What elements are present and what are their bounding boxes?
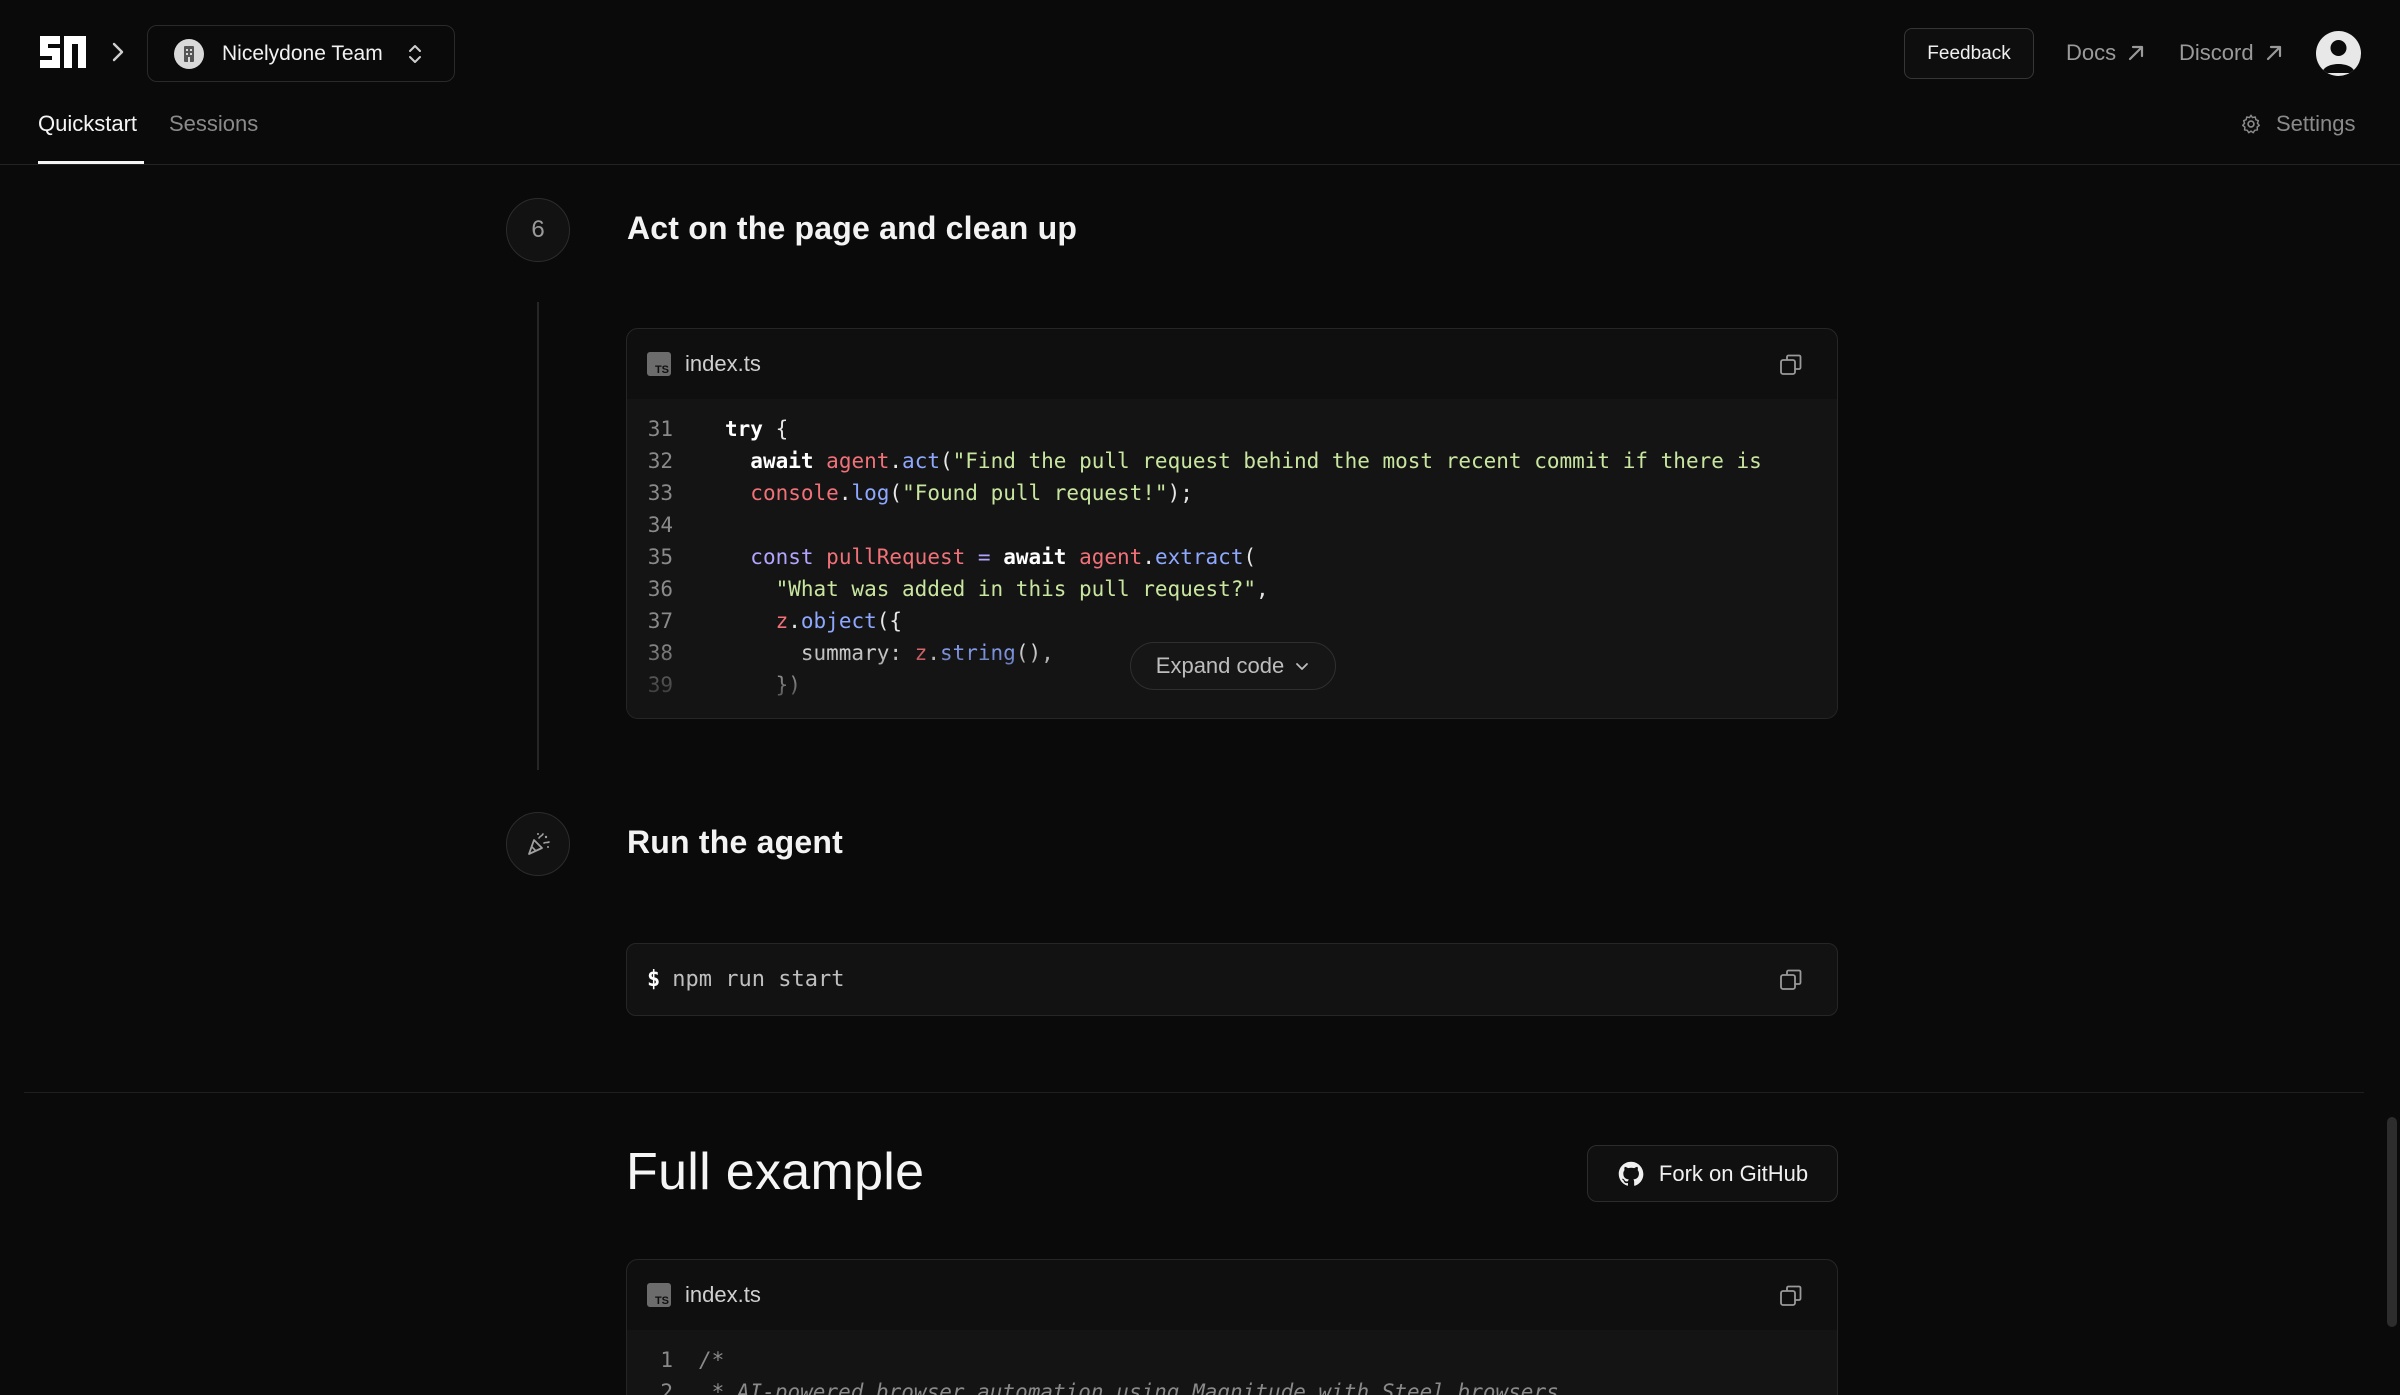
code-line: 32 await agent.act("Find the pull reques…: [647, 449, 1762, 473]
building-icon: [174, 38, 204, 69]
code-header: TS index.ts: [627, 1260, 1837, 1330]
arrow-up-right-icon: [2266, 45, 2281, 61]
typescript-file-icon: TS: [647, 352, 671, 376]
github-icon: [1618, 1161, 1644, 1186]
team-name: Nicelydone Team: [222, 41, 383, 65]
code-line: 36 "What was added in this pull request?…: [647, 577, 1269, 601]
arrow-up-right-icon: [2129, 45, 2144, 61]
shell-prompt: $: [647, 967, 661, 992]
tab-quickstart[interactable]: Quickstart: [38, 111, 137, 137]
gear-icon: [2242, 114, 2260, 134]
chevron-right-icon: [112, 42, 124, 62]
code-body: 1/* 2 * AI-powered browser automation us…: [627, 1330, 1837, 1395]
discord-link-label: Discord: [2179, 40, 2254, 65]
step-connector-line: [537, 302, 539, 770]
settings-label: Settings: [2276, 111, 2356, 136]
chevron-down-icon: [1296, 663, 1309, 670]
page-scrollbar[interactable]: [2387, 1117, 2397, 1327]
expand-code-button[interactable]: Expand code: [1130, 642, 1336, 690]
code-line: 1/*: [660, 1348, 725, 1372]
user-avatar[interactable]: [2316, 31, 2361, 76]
code-block-step6: TS index.ts 31 try { 32 await agent.act("…: [626, 328, 1838, 719]
step-number-badge: 6: [506, 198, 570, 262]
team-switcher-button[interactable]: Nicelydone Team: [147, 25, 455, 82]
fork-label: Fork on GitHub: [1658, 1160, 1809, 1186]
step-title: Run the agent: [627, 824, 843, 860]
code-line: 2 * AI-powered browser automation using …: [660, 1380, 1559, 1395]
logo-icon[interactable]: [36, 32, 90, 72]
typescript-file-icon: TS: [647, 1283, 671, 1307]
file-name: index.ts: [685, 351, 761, 376]
code-header: TS index.ts: [627, 329, 1837, 399]
party-popper-icon: [506, 812, 570, 876]
feedback-button[interactable]: Feedback: [1904, 28, 2034, 79]
copy-icon[interactable]: [1779, 1284, 1803, 1308]
header-divider: [0, 164, 2400, 165]
code-line: 37 z.object({: [647, 609, 903, 633]
top-bar: Nicelydone Team Feedback Docs Discord: [0, 0, 2400, 108]
section-title: Full example: [626, 1143, 925, 1201]
tab-sessions[interactable]: Sessions: [169, 111, 258, 137]
settings-link[interactable]: Settings: [2240, 111, 2356, 137]
expand-code-label: Expand code: [1155, 653, 1285, 678]
chevrons-up-down-icon: [408, 44, 421, 63]
code-line: 35 const pullRequest = await agent.extra…: [647, 545, 1257, 569]
step-title: Act on the page and clean up: [627, 210, 1078, 246]
code-line: 33 console.log("Found pull request!");: [647, 481, 1193, 505]
command-text: npm run start: [672, 967, 845, 992]
code-block-full-example: TS index.ts 1/* 2 * AI-powered browser a…: [626, 1259, 1838, 1395]
code-line: 31 try {: [647, 417, 789, 441]
page: Nicelydone Team Feedback Docs Discord Qu…: [0, 0, 2400, 1395]
section-divider: [24, 1092, 2364, 1093]
docs-link-label: Docs: [2066, 40, 2117, 65]
code-line: 34: [647, 513, 673, 537]
docs-link[interactable]: Docs: [2066, 40, 2146, 66]
file-name: index.ts: [685, 1282, 761, 1307]
discord-link[interactable]: Discord: [2179, 40, 2284, 66]
fork-on-github-button[interactable]: Fork on GitHub: [1587, 1145, 1838, 1202]
copy-icon[interactable]: [1779, 353, 1803, 377]
code-body: 31 try { 32 await agent.act("Find the pul…: [627, 399, 1837, 718]
command-block: $ npm run start: [626, 943, 1838, 1016]
copy-icon[interactable]: [1779, 968, 1803, 992]
